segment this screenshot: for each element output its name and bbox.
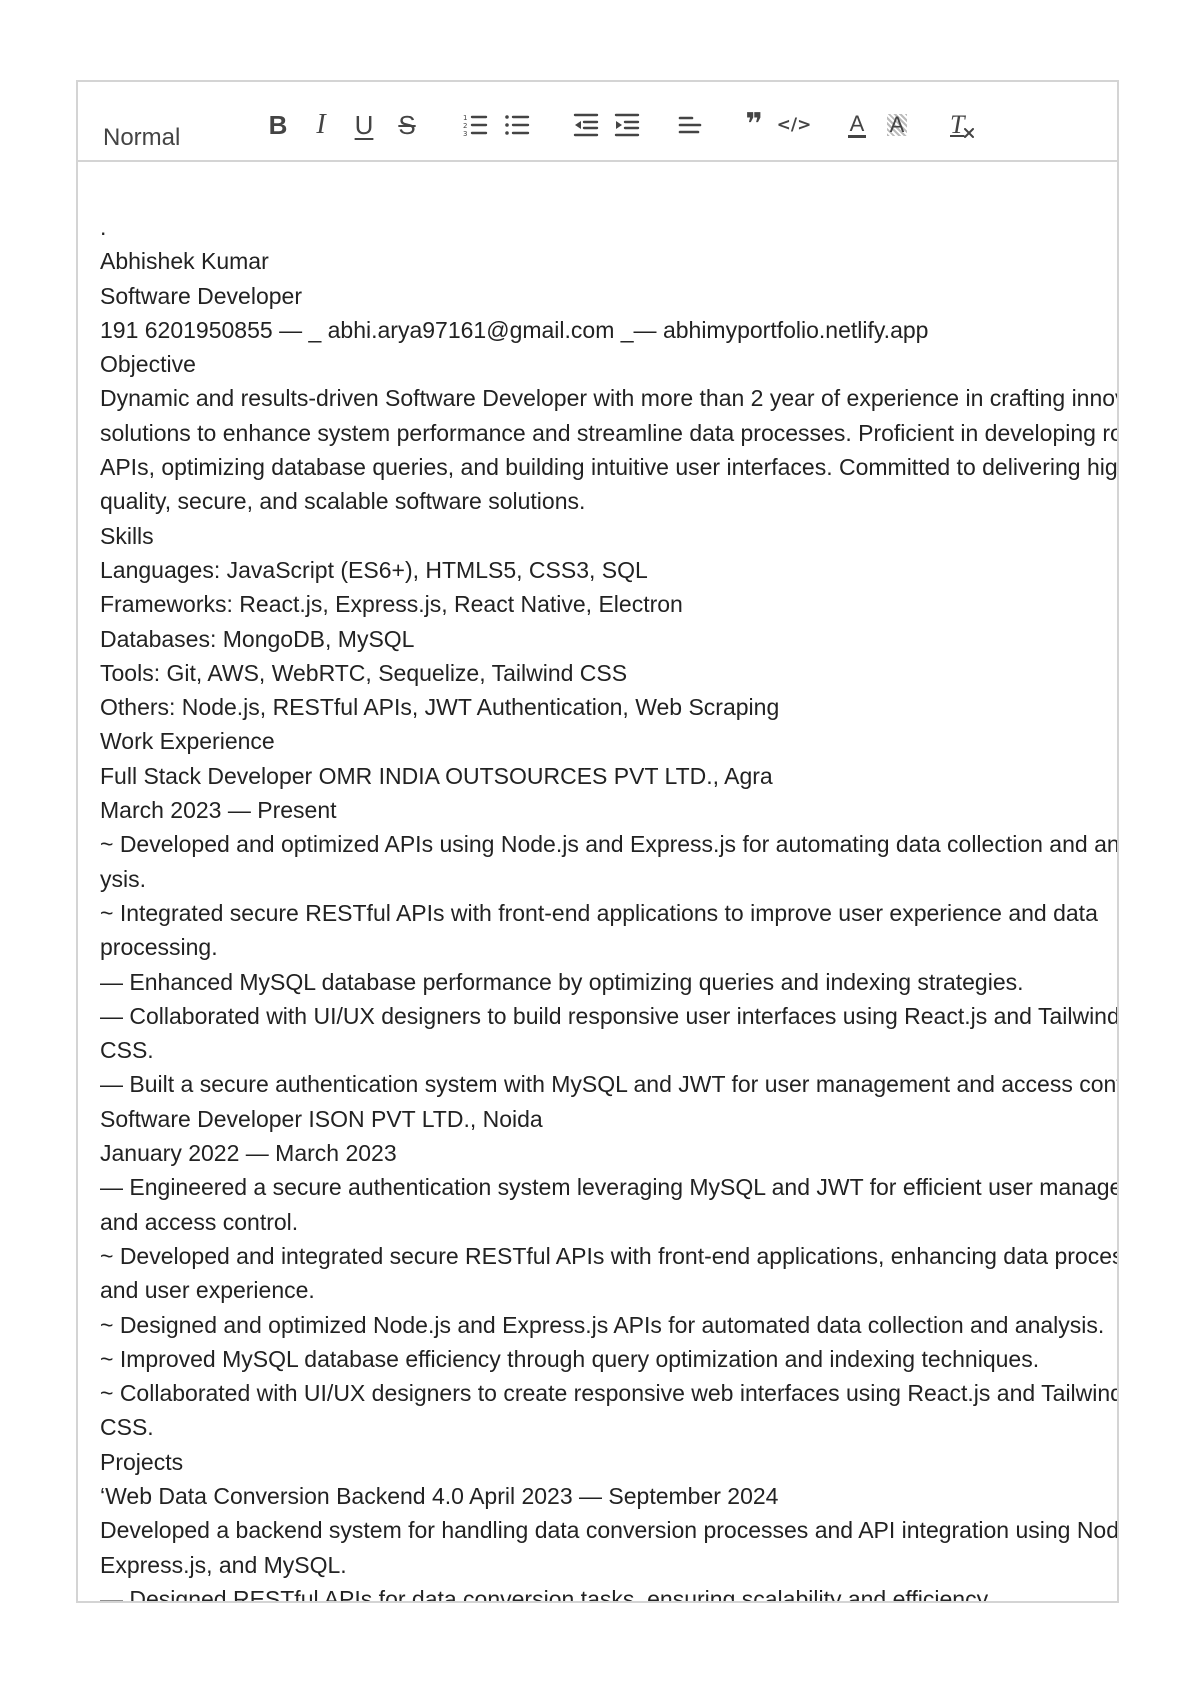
rich-text-editor: Normal B I U S 1 2 3 ❞ </> A A T . Abhis… — [76, 80, 1119, 1603]
italic-icon: I — [316, 109, 326, 140]
header-format-select[interactable]: Normal — [103, 124, 180, 152]
ordered-list-button[interactable]: 1 2 3 — [459, 108, 491, 142]
code-block-button[interactable]: </> — [776, 108, 812, 142]
content-line: APIs, optimizing database queries, and b… — [100, 454, 1119, 481]
bullet-list-icon — [505, 115, 530, 135]
content-line: quality, secure, and scalable software s… — [100, 488, 586, 515]
clear-format-icon: T — [948, 110, 974, 140]
indent-icon — [614, 113, 640, 137]
content-line: Tools: Git, AWS, WebRTC, Sequelize, Tail… — [100, 659, 628, 686]
content-line: CSS. — [100, 1037, 154, 1064]
content-line: — Collaborated with UI/UX designers to b… — [100, 1002, 1119, 1029]
content-line: Full Stack Developer OMR INDIA OUTSOURCE… — [100, 762, 773, 789]
bold-button[interactable]: B — [262, 108, 294, 142]
strike-button[interactable]: S — [391, 108, 423, 142]
text-color-button[interactable]: A — [841, 108, 873, 142]
editor-content[interactable]: . Abhishek Kumar Software Developer 191 620… — [100, 210, 1119, 1603]
content-line: — Engineered a secure authentication sys… — [100, 1174, 1119, 1201]
strikethrough-icon: S — [398, 110, 416, 140]
content-line: ~ Designed and optimized Node.js and Exp… — [100, 1311, 1105, 1338]
indent-button[interactable] — [611, 108, 643, 142]
content-line: Software Developer ISON PVT LTD., Noida — [100, 1105, 543, 1132]
content-line: Languages: JavaScript (ES6+), HTMLS5, CS… — [100, 556, 648, 583]
content-line: Dynamic and results-driven Software Deve… — [100, 385, 1119, 412]
underline-button[interactable]: U — [348, 108, 380, 142]
content-line: Express.js, and MySQL. — [100, 1551, 347, 1578]
content-line: Others: Node.js, RESTful APIs, JWT Authe… — [100, 694, 780, 721]
content-line: ~ Integrated secure RESTful APIs with fr… — [100, 899, 1098, 926]
code-icon: </> — [776, 114, 812, 135]
underline-icon: U — [354, 110, 374, 140]
italic-button[interactable]: I — [305, 108, 337, 142]
align-icon — [678, 116, 702, 134]
content-line: . — [100, 214, 107, 240]
content-line: ~ Developed and optimized APIs using Nod… — [100, 831, 1119, 858]
content-line: Projects — [100, 1448, 184, 1475]
blockquote-button[interactable]: ❞ — [738, 108, 770, 142]
content-line: — Designed RESTful APIs for data convers… — [100, 1585, 993, 1603]
svg-text:1: 1 — [463, 114, 467, 122]
content-line: 191 6201950855 — _ abhi.arya97161@gmail.… — [100, 316, 929, 343]
content-line: January 2022 — March 2023 — [100, 1140, 397, 1167]
content-line: March 2023 — Present — [100, 797, 337, 824]
bold-icon: B — [268, 110, 288, 140]
bullet-list-button[interactable] — [501, 108, 533, 142]
content-line: processing. — [100, 934, 218, 961]
content-line: ysis. — [100, 865, 146, 892]
text-color-icon: A — [847, 110, 867, 138]
svg-text:2: 2 — [463, 122, 467, 130]
content-line: Skills — [100, 522, 154, 549]
content-line: CSS. — [100, 1414, 154, 1441]
content-line: ~ Developed and integrated secure RESTfu… — [100, 1242, 1119, 1269]
outdent-button[interactable] — [570, 108, 602, 142]
ordered-list-icon: 1 2 3 — [463, 114, 488, 138]
content-line: Databases: MongoDB, MySQL — [100, 625, 415, 652]
content-line: — Enhanced MySQL database performance by… — [100, 968, 1024, 995]
content-line: ‘Web Data Conversion Backend 4.0 April 2… — [100, 1482, 779, 1509]
content-line: and access control. — [100, 1208, 299, 1235]
blockquote-icon: ❞ — [745, 107, 763, 142]
content-line: Software Developer — [100, 282, 302, 309]
content-line: and user experience. — [100, 1277, 315, 1304]
content-line: — Built a secure authentication system w… — [100, 1071, 1119, 1098]
svg-text:3: 3 — [463, 130, 467, 138]
outdent-icon — [573, 113, 599, 137]
content-line: ~ Improved MySQL database efficiency thr… — [100, 1345, 1040, 1372]
content-line: Objective — [100, 351, 196, 378]
align-button[interactable] — [674, 108, 706, 142]
content-line: solutions to enhance system performance … — [100, 419, 1119, 446]
editor-toolbar: Normal B I U S 1 2 3 ❞ </> A A T — [78, 82, 1117, 162]
background-color-icon: A — [886, 114, 908, 136]
content-line: Frameworks: React.js, Express.js, React … — [100, 591, 683, 618]
content-line: ~ Collaborated with UI/UX designers to c… — [100, 1380, 1119, 1407]
content-line: Abhishek Kumar — [100, 248, 269, 275]
content-line: Developed a backend system for handling … — [100, 1517, 1119, 1544]
clear-format-button[interactable]: T — [945, 108, 977, 142]
background-color-button[interactable]: A — [881, 108, 913, 142]
content-line: Work Experience — [100, 728, 275, 755]
